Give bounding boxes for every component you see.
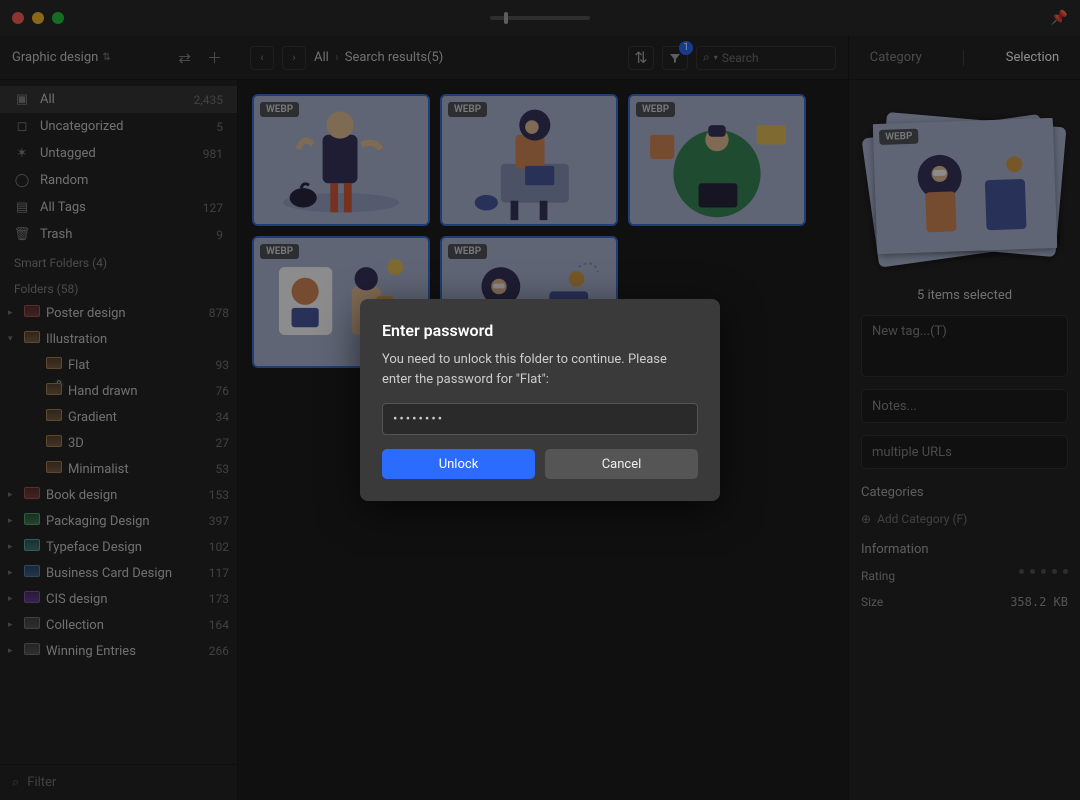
unlock-button[interactable]: Unlock: [382, 449, 535, 479]
password-dialog: Enter password You need to unlock this f…: [360, 299, 720, 501]
modal-overlay[interactable]: Enter password You need to unlock this f…: [0, 0, 1080, 800]
dialog-title: Enter password: [382, 321, 698, 340]
password-input[interactable]: [382, 403, 698, 435]
cancel-button[interactable]: Cancel: [545, 449, 698, 479]
dialog-text: You need to unlock this folder to contin…: [382, 350, 698, 389]
